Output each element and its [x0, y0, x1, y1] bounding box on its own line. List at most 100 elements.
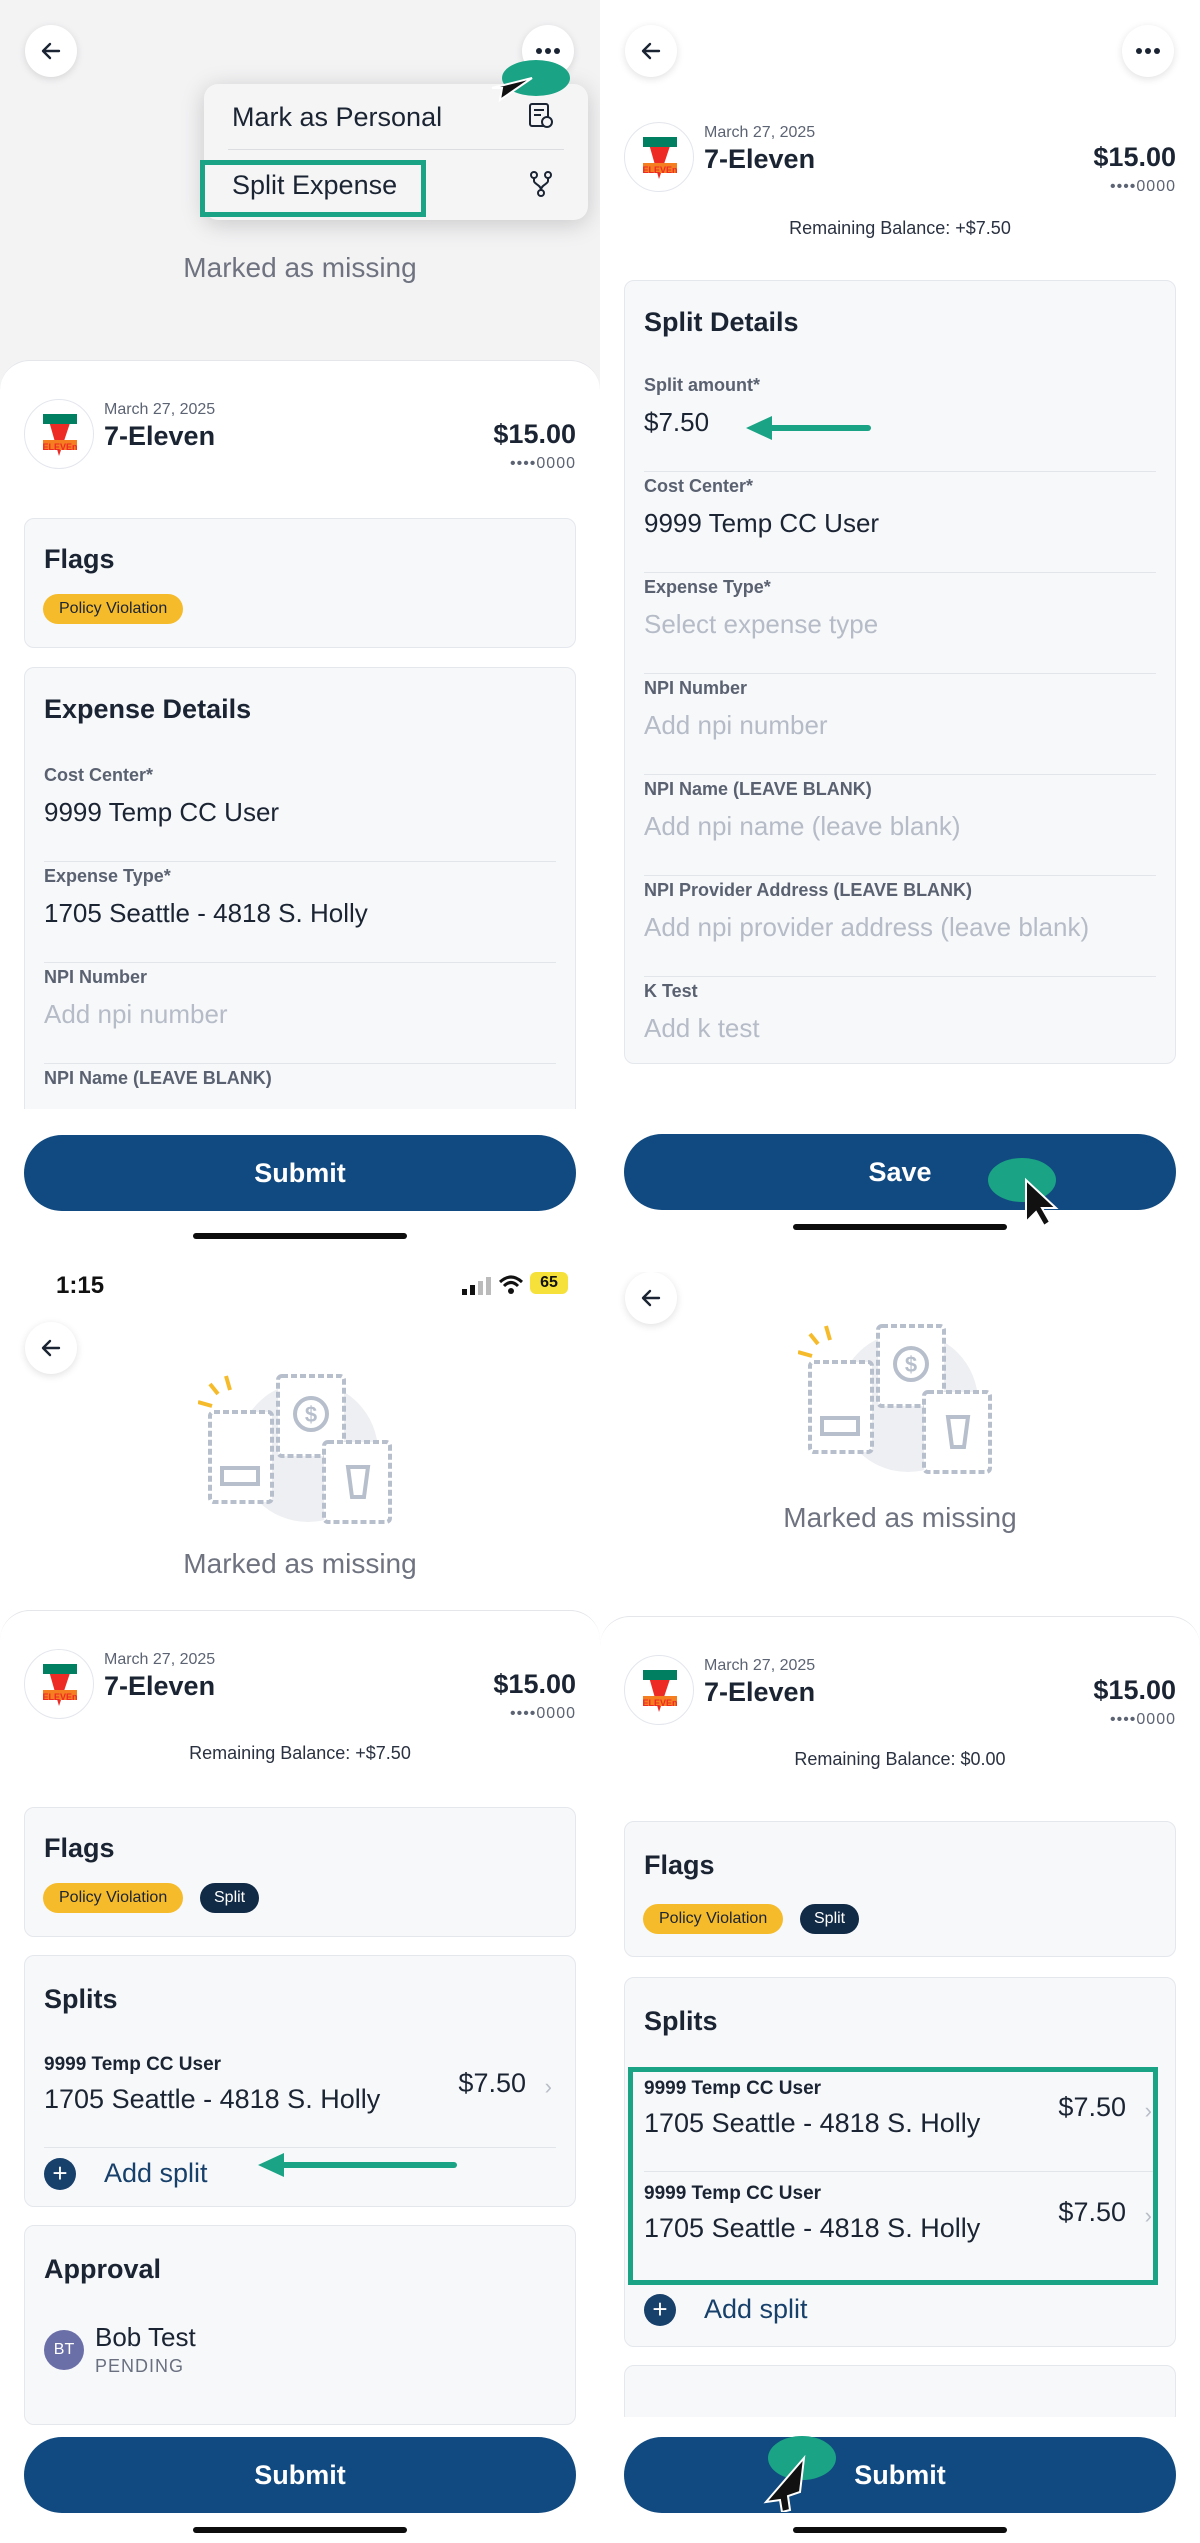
chevron-right-icon: › [544, 2074, 552, 2099]
npi-name-field[interactable]: NPI Name (LEAVE BLANK) Add npi name (lea… [644, 775, 1156, 876]
split-fork-icon [528, 170, 554, 203]
footer-area: Submit [0, 2435, 600, 2542]
remaining-balance: Remaining Balance: $0.00 [794, 1749, 1006, 1769]
submit-button[interactable]: Submit [24, 2437, 576, 2513]
field-placeholder: Add npi provider address (leave blank) [644, 912, 1090, 942]
transaction-amount: $15.00 [493, 419, 576, 449]
pointer-arrow [742, 414, 872, 442]
back-button[interactable] [25, 1322, 77, 1374]
expense-sheet: ELEVEn March 27, 2025 7-Eleven $15.00 ••… [600, 1616, 1200, 2542]
field-label: NPI Number [44, 967, 148, 987]
npi-number-field[interactable]: NPI Number Add npi number [44, 963, 556, 1064]
back-button[interactable] [625, 1272, 677, 1324]
field-label: NPI Name (LEAVE BLANK) [44, 1068, 272, 1088]
highlight-split-expense [200, 160, 426, 217]
seven-eleven-logo: ELEVEn [624, 1655, 694, 1725]
arrow-left-icon [41, 1339, 61, 1357]
field-label: NPI Number [644, 678, 748, 698]
field-placeholder: Add k test [644, 1013, 760, 1043]
flags-title: Flags [644, 1850, 715, 1880]
transaction-date: March 27, 2025 [704, 124, 816, 141]
highlight-splits [628, 2067, 1158, 2285]
footer-area: Submit [0, 1109, 600, 1270]
expense-type-field[interactable]: Expense Type* Select expense type [644, 573, 1156, 674]
arrow-left-icon [641, 1289, 661, 1307]
tap-indicator [740, 2432, 850, 2512]
approver-status: PENDING [95, 2356, 185, 2376]
card-number: ••••0000 [510, 1705, 576, 1722]
field-label: Cost Center* [44, 765, 154, 785]
wifi-icon [498, 1274, 524, 1301]
submit-button[interactable]: Submit [624, 2437, 1176, 2513]
missing-label: Marked as missing [183, 252, 417, 283]
back-button[interactable] [625, 25, 677, 77]
transaction-date: March 27, 2025 [104, 401, 216, 418]
footer-area: Submit [600, 2417, 1200, 2542]
split-amount: $7.50 [458, 2068, 526, 2098]
submit-button[interactable]: Submit [24, 1135, 576, 1211]
svg-text:ELEVEn: ELEVEn [642, 165, 677, 175]
approval-panel-partial [624, 2365, 1176, 2425]
split-details-panel: Split Details Split amount* $7.50 Cost C… [624, 280, 1176, 1064]
missing-label: Marked as missing [183, 1548, 417, 1579]
flags-panel: Flags Policy Violation [24, 518, 576, 648]
merchant-header: ELEVEn March 27, 2025 7-Eleven $15.00 ••… [624, 1655, 1176, 1735]
field-label: Expense Type* [44, 866, 171, 886]
policy-violation-badge: Policy Violation [43, 594, 184, 624]
field-label: Expense Type* [644, 577, 771, 597]
cost-center-field[interactable]: Cost Center* 9999 Temp CC User [644, 472, 1156, 573]
seven-eleven-logo: ELEVEn [24, 399, 94, 469]
expense-type-field[interactable]: Expense Type* 1705 Seattle - 4818 S. Hol… [44, 862, 556, 963]
seven-eleven-logo: ELEVEn [24, 1649, 94, 1719]
merchant-header: ELEVEn March 27, 2025 7-Eleven $15.00 ••… [24, 399, 576, 479]
flags-panel: Flags Policy Violation Split [624, 1821, 1176, 1957]
remaining-balance: Remaining Balance: +$7.50 [189, 1743, 411, 1763]
approver-name: Bob Test [95, 2322, 196, 2352]
split-badge: Split [200, 1883, 260, 1913]
more-options-button[interactable] [1122, 25, 1174, 77]
missing-label: Marked as missing [783, 1502, 1017, 1533]
field-value: $7.50 [644, 407, 710, 437]
add-split-label: Add split [104, 2158, 208, 2188]
field-label: Split amount* [644, 375, 760, 395]
field-placeholder: Add npi name (leave blank) [644, 811, 961, 841]
approval-title: Approval [44, 2254, 162, 2284]
tap-indicator [488, 56, 572, 106]
save-button[interactable]: Save [624, 1134, 1176, 1210]
field-placeholder: Add npi number [44, 999, 228, 1029]
expense-details-title: Expense Details [44, 694, 252, 724]
svg-text:$: $ [305, 1402, 317, 1427]
k-test-field[interactable]: K Test Add k test [644, 977, 1156, 1078]
cost-center-field[interactable]: Cost Center* 9999 Temp CC User [44, 761, 556, 862]
split-amount-field[interactable]: Split amount* $7.50 [644, 371, 1156, 472]
document-check-icon [528, 102, 554, 135]
transaction-amount: $15.00 [1093, 142, 1176, 172]
card-number: ••••0000 [510, 455, 576, 472]
battery-icon: 65 [530, 1272, 568, 1294]
screen-split-details: ELEVEn March 27, 2025 7-Eleven $15.00 ••… [600, 0, 1200, 1270]
screen-menu-open: Marked as missing Mark as Personal Split… [0, 0, 600, 1270]
footer-area: Save [600, 1108, 1200, 1270]
npi-number-field[interactable]: NPI Number Add npi number [644, 674, 1156, 775]
npi-address-field[interactable]: NPI Provider Address (LEAVE BLANK) Add n… [644, 876, 1156, 977]
split-details-title: Split Details [644, 307, 799, 337]
card-number: ••••0000 [1110, 1711, 1176, 1728]
menu-item-label: Mark as Personal [232, 102, 443, 132]
transaction-amount: $15.00 [1093, 1675, 1176, 1705]
field-label: NPI Name (LEAVE BLANK) [644, 779, 872, 799]
merchant-name: 7-Eleven [104, 421, 216, 451]
split-row[interactable]: 9999 Temp CC User 1705 Seattle - 4818 S.… [44, 2046, 556, 2148]
home-indicator [793, 2527, 1007, 2533]
screen-one-split: 1:15 65 $ Marked as missing ELEVEn March… [0, 1272, 600, 2542]
split-badge: Split [800, 1904, 860, 1934]
home-indicator [193, 1233, 407, 1239]
signal-icon [462, 1276, 492, 1301]
splits-title: Splits [44, 1984, 118, 2014]
plus-icon: + [44, 2158, 76, 2190]
back-button[interactable] [25, 25, 77, 77]
svg-text:ELEVEn: ELEVEn [42, 1692, 77, 1702]
svg-text:ELEVEn: ELEVEn [642, 1698, 677, 1708]
screen-two-splits: $ Marked as missing ELEVEn March 27, 202… [600, 1272, 1200, 2542]
merchant-name: 7-Eleven [704, 144, 816, 174]
flags-title: Flags [44, 544, 115, 574]
